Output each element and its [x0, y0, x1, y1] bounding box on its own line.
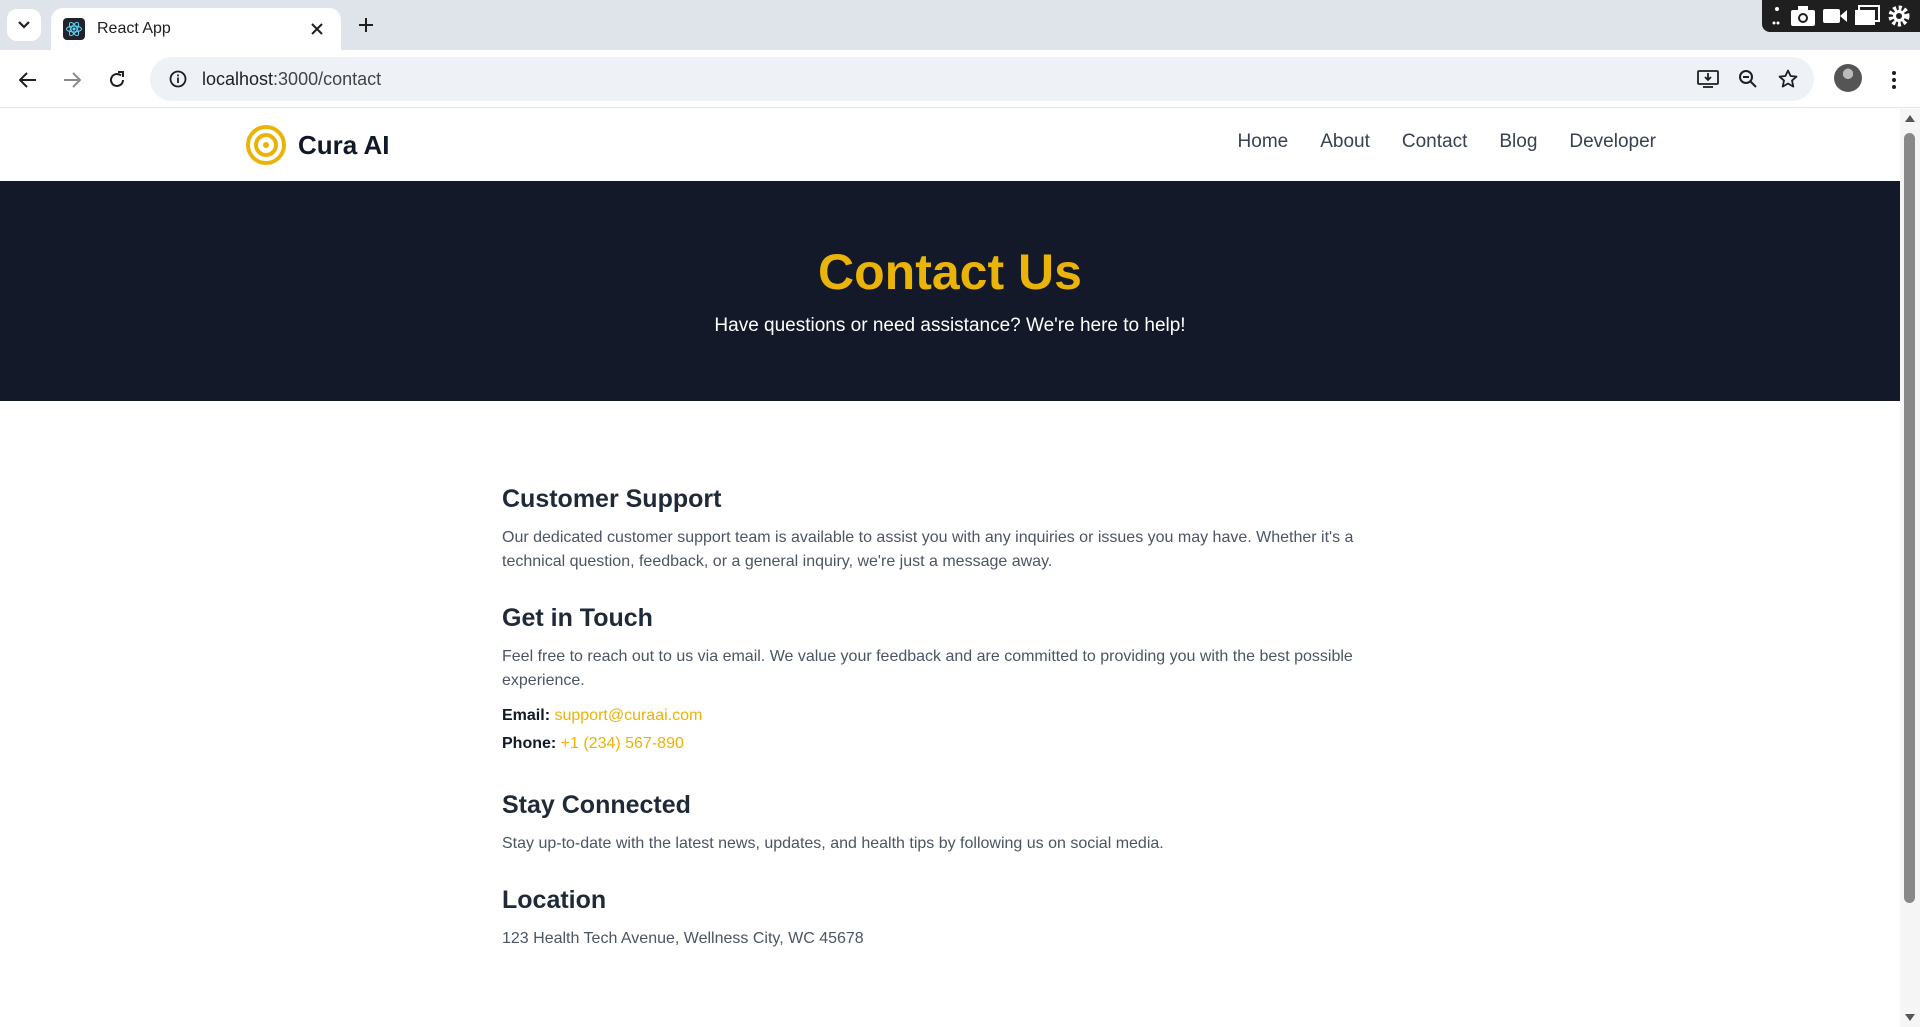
- email-label: Email:: [502, 707, 551, 724]
- location-section: Location 123 Health Tech Avenue, Wellnes…: [502, 886, 1382, 951]
- logo-icon: [246, 125, 286, 165]
- profile-avatar[interactable]: [1834, 64, 1862, 92]
- brand-name: Cura AI: [298, 129, 390, 160]
- zoom-button[interactable]: [1732, 63, 1764, 95]
- nav-contact-link[interactable]: Contact: [1402, 131, 1467, 153]
- stay-connected-section: Stay Connected Stay up-to-date with the …: [502, 791, 1382, 856]
- url-host: localhost: [202, 68, 274, 89]
- page-viewport: Cura AI Home About Contact Blog Develope…: [0, 109, 1900, 1027]
- reload-button[interactable]: [101, 64, 133, 96]
- arrow-left-icon: [19, 72, 36, 88]
- hero-banner: Contact Us Have questions or need assist…: [0, 181, 1900, 401]
- nav-developer-link[interactable]: Developer: [1569, 131, 1656, 153]
- kebab-menu-icon: [1892, 71, 1896, 89]
- page-title: Contact Us: [818, 244, 1082, 300]
- customer-support-section: Customer Support Our dedicated customer …: [502, 485, 1382, 574]
- new-tab-button[interactable]: [353, 12, 379, 38]
- dots-icon[interactable]: [1771, 5, 1783, 27]
- location-text: 123 Health Tech Avenue, Wellness City, W…: [502, 930, 864, 947]
- site-nav: Home About Contact Blog Developer: [1238, 131, 1656, 153]
- nav-home-link[interactable]: Home: [1238, 131, 1289, 153]
- forward-button[interactable]: [56, 64, 88, 96]
- video-icon[interactable]: [1822, 6, 1848, 26]
- chevron-down-icon: [18, 21, 30, 29]
- back-button[interactable]: [12, 64, 44, 96]
- customer-support-text: Our dedicated customer support team is a…: [502, 529, 1354, 570]
- install-app-button[interactable]: [1692, 63, 1724, 95]
- get-in-touch-text: Feel free to reach out to us via email. …: [502, 648, 1353, 689]
- browser-toolbar: localhost:3000/contact: [0, 50, 1920, 108]
- tab-search-button[interactable]: [7, 9, 41, 41]
- page-scrollbar[interactable]: [1900, 109, 1920, 1027]
- location-heading: Location: [502, 886, 607, 914]
- tab-close-button[interactable]: [305, 17, 329, 41]
- bookmark-button[interactable]: [1772, 63, 1804, 95]
- stay-connected-text: Stay up-to-date with the latest news, up…: [502, 835, 1164, 852]
- scroll-down-arrow-icon[interactable]: [1905, 1014, 1915, 1021]
- contact-content: Customer Support Our dedicated customer …: [502, 485, 1382, 981]
- address-bar[interactable]: localhost:3000/contact: [150, 57, 1814, 101]
- zoom-icon: [1739, 70, 1757, 88]
- tab-title: React App: [97, 20, 171, 37]
- browser-menu-button[interactable]: [1880, 64, 1908, 96]
- plus-icon: [359, 18, 373, 32]
- gear-icon[interactable]: [1887, 4, 1911, 28]
- browser-tab-bar: React App: [0, 0, 1920, 50]
- url-path: :3000/contact: [273, 68, 382, 89]
- windows-icon[interactable]: [1854, 5, 1881, 27]
- stay-connected-heading: Stay Connected: [502, 791, 691, 819]
- install-app-icon: [1697, 70, 1719, 88]
- customer-support-heading: Customer Support: [502, 485, 722, 513]
- email-link[interactable]: support@curaai.com: [554, 707, 702, 724]
- get-in-touch-heading: Get in Touch: [502, 604, 653, 632]
- camera-icon[interactable]: [1790, 5, 1816, 27]
- react-icon: [63, 18, 85, 40]
- site-header: Cura AI Home About Contact Blog Develope…: [0, 109, 1900, 181]
- phone-line: Phone: +1 (234) 567-890: [502, 735, 1382, 753]
- url-text: localhost:3000/contact: [202, 69, 381, 90]
- reload-icon: [110, 71, 124, 87]
- close-icon: [311, 23, 323, 35]
- hero-subtitle: Have questions or need assistance? We're…: [714, 315, 1186, 336]
- phone-link[interactable]: +1 (234) 567-890: [561, 735, 684, 752]
- nav-blog-link[interactable]: Blog: [1499, 131, 1537, 153]
- arrow-right-icon: [64, 72, 81, 88]
- site-info-button[interactable]: [158, 57, 198, 101]
- nav-about-link[interactable]: About: [1320, 131, 1370, 153]
- email-line: Email: support@curaai.com: [502, 707, 1382, 725]
- extension-tray: [1762, 0, 1920, 32]
- brand[interactable]: Cura AI: [246, 125, 390, 165]
- phone-label: Phone:: [502, 735, 557, 752]
- scroll-thumb[interactable]: [1904, 133, 1915, 903]
- get-in-touch-section: Get in Touch Feel free to reach out to u…: [502, 604, 1382, 753]
- browser-tab[interactable]: React App: [51, 8, 341, 50]
- info-icon: [169, 70, 187, 88]
- scroll-up-arrow-icon[interactable]: [1905, 115, 1915, 122]
- star-icon: [1778, 69, 1798, 88]
